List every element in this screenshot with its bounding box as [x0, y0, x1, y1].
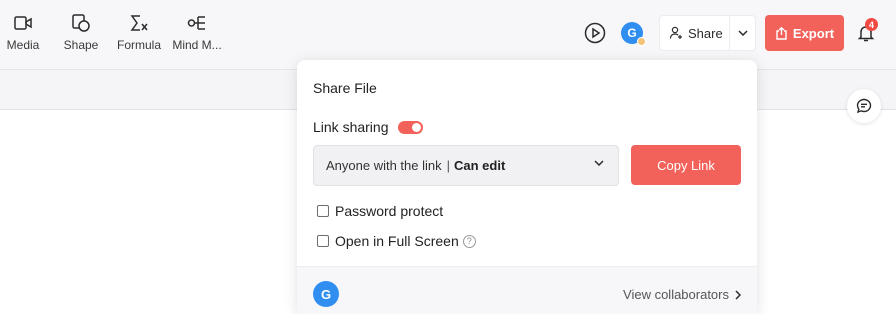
- chevron-down-icon: [594, 160, 604, 166]
- media-icon: [14, 16, 32, 30]
- avatar-status-dot: [637, 37, 646, 46]
- password-protect-checkbox[interactable]: [317, 205, 329, 217]
- panel-footer: G View collaborators: [297, 266, 757, 314]
- panel-title: Share File: [313, 80, 377, 96]
- comment-button[interactable]: [847, 89, 881, 123]
- avatar-initial: G: [627, 26, 637, 40]
- password-protect-option: Password protect: [317, 203, 443, 219]
- share-file-panel: Share File Link sharing Anyone with the …: [297, 60, 757, 314]
- view-collaborators-link[interactable]: View collaborators: [623, 287, 741, 302]
- play-icon[interactable]: [584, 22, 606, 44]
- export-button[interactable]: Export: [765, 15, 844, 51]
- share-button-group: Share: [659, 15, 756, 51]
- access-permission: Can edit: [454, 158, 506, 173]
- tool-label-mind-map: Mind M...: [172, 38, 222, 52]
- access-separator: |: [446, 158, 451, 173]
- formula-tool[interactable]: Formula: [109, 13, 169, 52]
- chevron-right-icon: [735, 289, 741, 300]
- access-scope: Anyone with the link: [326, 158, 442, 173]
- collaborator-initial: G: [320, 286, 332, 302]
- link-sharing-label: Link sharing: [313, 119, 389, 135]
- tool-label-formula: Formula: [116, 38, 161, 52]
- full-screen-option: Open in Full Screen ?: [317, 233, 476, 249]
- add-user-icon: [669, 26, 682, 39]
- full-screen-checkbox[interactable]: [317, 235, 329, 247]
- tool-label-shape: Shape: [63, 38, 99, 52]
- view-collaborators-label: View collaborators: [623, 287, 729, 302]
- export-icon: [776, 26, 787, 40]
- user-avatar[interactable]: G: [621, 22, 646, 46]
- share-dropdown-button[interactable]: [730, 16, 755, 50]
- formula-icon: [130, 15, 148, 31]
- help-icon[interactable]: ?: [462, 234, 476, 248]
- notifications-button[interactable]: 4: [856, 18, 878, 43]
- media-tool[interactable]: Media: [0, 13, 53, 52]
- export-label: Export: [792, 25, 835, 41]
- copy-link-label: Copy Link: [657, 157, 715, 173]
- copy-link-button[interactable]: Copy Link: [631, 145, 741, 185]
- comment-icon: [856, 98, 872, 114]
- link-sharing-toggle[interactable]: [397, 120, 423, 134]
- notification-badge: 4: [865, 18, 878, 31]
- mind-map-icon: [187, 16, 205, 30]
- full-screen-label: Open in Full Screen: [335, 233, 459, 249]
- shape-tool[interactable]: Shape: [51, 13, 111, 52]
- chevron-down-icon: [737, 30, 748, 36]
- collaborator-avatar: G: [313, 281, 339, 307]
- shape-icon: [72, 14, 90, 32]
- access-level-select[interactable]: Anyone with the link | Can edit: [313, 145, 619, 186]
- share-button[interactable]: Share: [660, 16, 730, 50]
- link-sharing-row: Link sharing: [313, 119, 423, 135]
- tool-label-media: Media: [6, 38, 40, 52]
- mind-map-tool[interactable]: Mind M...: [167, 13, 227, 52]
- share-label: Share: [688, 25, 723, 41]
- password-protect-label: Password protect: [335, 203, 444, 219]
